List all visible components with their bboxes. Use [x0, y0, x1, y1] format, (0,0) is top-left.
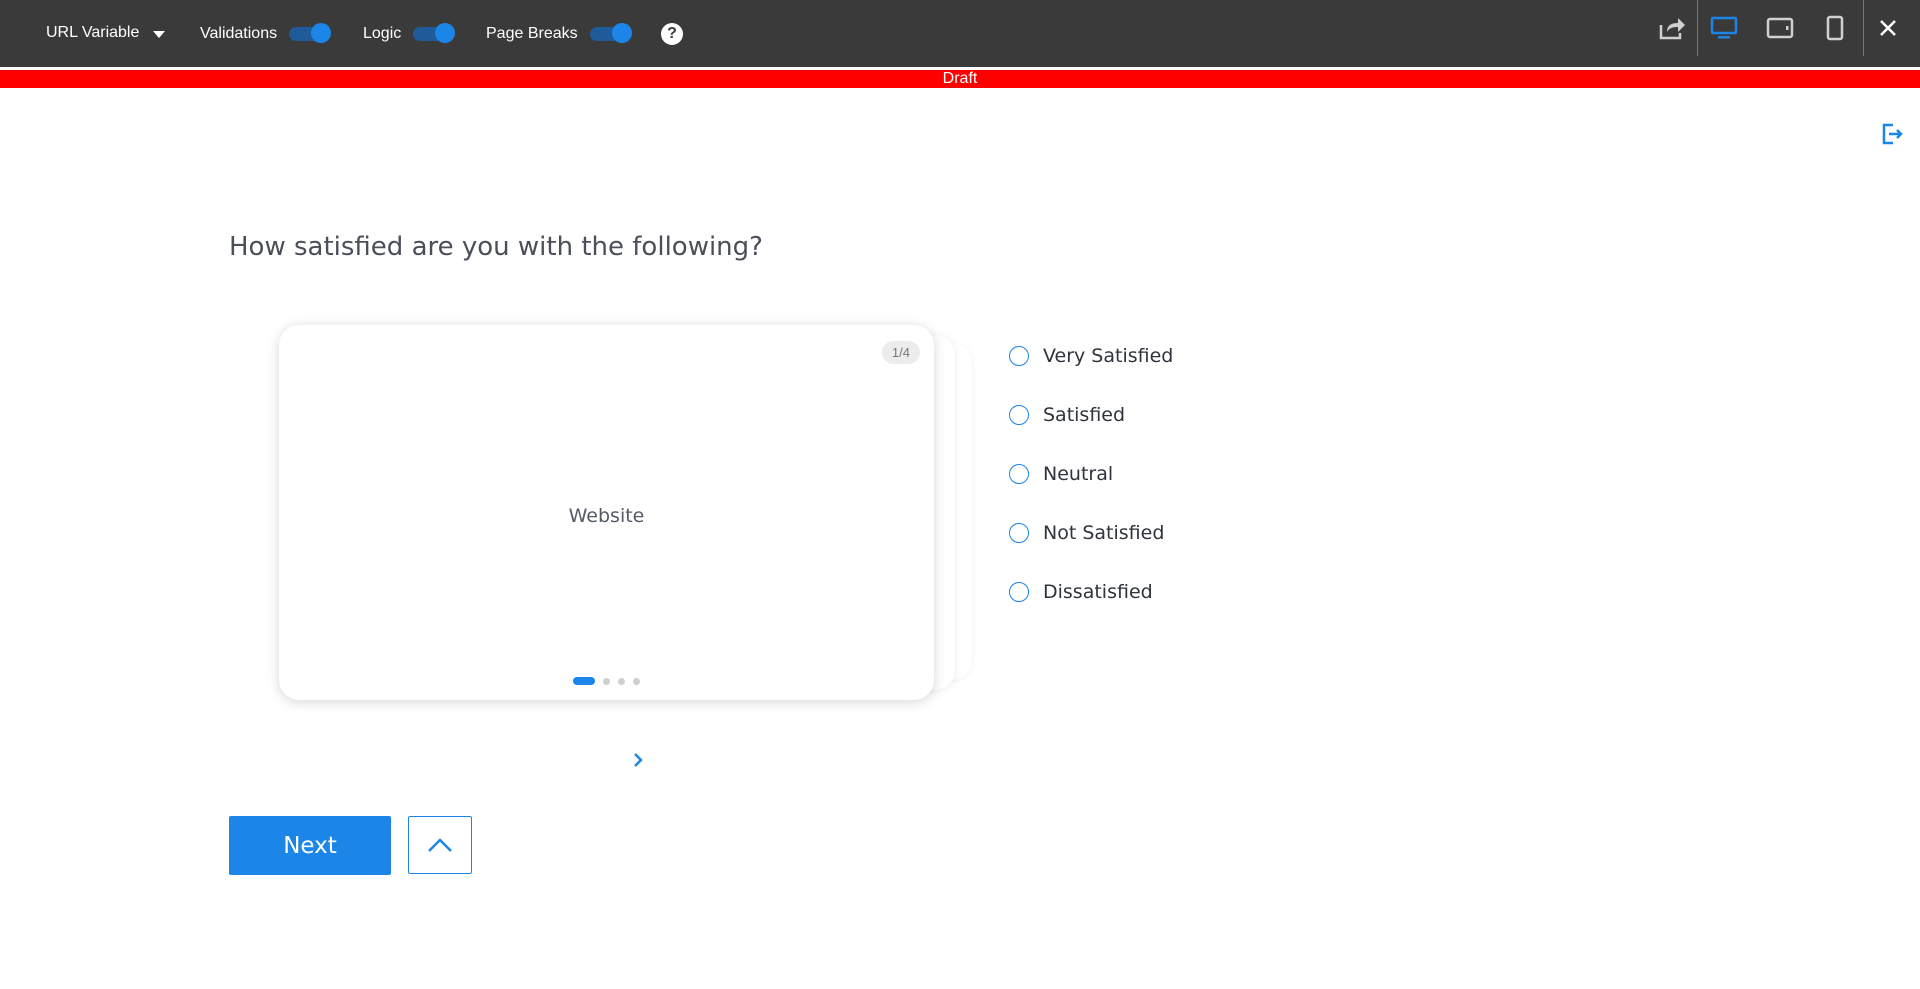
toggle-knob	[311, 23, 332, 43]
question-title: How satisfied are you with the following…	[229, 232, 763, 262]
page-breaks-toggle-group[interactable]: Page Breaks	[486, 23, 632, 43]
page-breaks-toggle[interactable]	[589, 23, 632, 43]
toggle-knob	[611, 23, 632, 43]
mobile-view-icon[interactable]	[1817, 10, 1853, 46]
tablet-view-icon[interactable]	[1762, 10, 1798, 46]
option-label: Satisfied	[1043, 404, 1126, 426]
card-item-text: Website	[568, 505, 645, 527]
validations-toggle-group[interactable]: Validations	[200, 23, 332, 43]
validations-label: Validations	[200, 25, 278, 42]
radio-button[interactable]	[1009, 346, 1029, 366]
option-satisfied[interactable]: Satisfied	[1009, 403, 1173, 427]
url-variable-dropdown[interactable]: URL Variable	[46, 24, 166, 42]
pagination-dot[interactable]	[618, 677, 625, 685]
radio-button[interactable]	[1009, 405, 1029, 425]
item-card: 1/4 Website	[279, 325, 934, 700]
radio-button[interactable]	[1009, 582, 1029, 602]
share-icon[interactable]	[1654, 10, 1690, 46]
toolbar-divider	[1863, 0, 1864, 56]
logic-toggle[interactable]	[413, 23, 456, 43]
radio-button[interactable]	[1009, 523, 1029, 543]
option-very-satisfied[interactable]: Very Satisfied	[1009, 344, 1173, 368]
close-icon[interactable]	[1870, 10, 1906, 46]
option-label: Not Satisfied	[1043, 522, 1165, 544]
option-label: Neutral	[1043, 463, 1114, 485]
answer-options: Very Satisfied Satisfied Neutral Not Sat…	[1009, 344, 1173, 639]
desktop-view-icon[interactable]	[1706, 10, 1742, 46]
chevron-up-icon	[428, 838, 452, 852]
option-not-satisfied[interactable]: Not Satisfied	[1009, 521, 1173, 545]
pagination-dot-active[interactable]	[573, 677, 595, 685]
chevron-right-icon[interactable]	[628, 750, 648, 770]
help-icon[interactable]: ?	[661, 23, 683, 45]
logic-label: Logic	[363, 25, 402, 42]
option-label: Very Satisfied	[1043, 345, 1174, 367]
radio-button[interactable]	[1009, 464, 1029, 484]
pagination-dot[interactable]	[633, 677, 640, 685]
toolbar-divider	[1697, 0, 1698, 56]
option-dissatisfied[interactable]: Dissatisfied	[1009, 580, 1173, 604]
validations-toggle[interactable]	[289, 23, 332, 43]
card-counter: 1/4	[881, 341, 920, 364]
pagination-dot[interactable]	[603, 677, 610, 685]
toolbar-border	[0, 67, 1920, 69]
previous-button[interactable]	[408, 816, 472, 874]
caret-down-icon	[153, 31, 166, 38]
page-breaks-label: Page Breaks	[486, 25, 578, 42]
option-label: Dissatisfied	[1043, 581, 1153, 603]
url-variable-label: URL Variable	[46, 24, 140, 41]
next-button[interactable]: Next	[229, 816, 391, 875]
option-neutral[interactable]: Neutral	[1009, 462, 1173, 486]
draft-banner: Draft	[0, 70, 1920, 88]
card-pagination	[279, 677, 934, 685]
logic-toggle-group[interactable]: Logic	[363, 23, 456, 43]
exit-icon[interactable]	[1880, 122, 1904, 146]
toggle-knob	[435, 23, 456, 43]
top-toolbar: URL Variable Validations Logic Page Brea…	[0, 0, 1920, 68]
